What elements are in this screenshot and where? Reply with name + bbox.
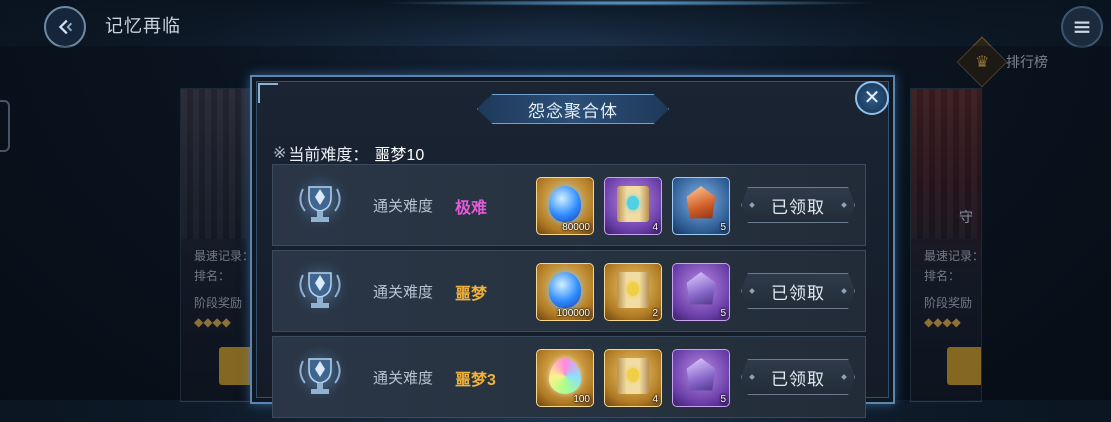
reward-item[interactable]: 4: [604, 177, 662, 235]
claimed-label: 已领取: [771, 369, 825, 389]
clear-difficulty-label: 通关难度: [373, 370, 434, 387]
reward-row: 通关难度 极难 80000 4 5 已领取: [272, 164, 866, 246]
item-count: 100000: [556, 308, 590, 319]
item-count: 80000: [562, 222, 590, 233]
difficulty-level: 极难: [455, 200, 488, 217]
reward-item[interactable]: 100: [536, 349, 594, 407]
claimed-button[interactable]: 已领取: [741, 187, 855, 223]
difficulty-level: 噩梦3: [455, 372, 496, 389]
clear-difficulty-label: 通关难度: [373, 284, 434, 301]
blue-essence-icon: [549, 186, 581, 222]
close-icon: ✕: [863, 87, 881, 109]
reward-row: 通关难度 噩梦3 100 4 5 已领取: [272, 336, 866, 418]
trophy-icon: [290, 174, 350, 234]
rainbow-drop-icon: [549, 358, 581, 394]
difficulty-level: 噩梦: [455, 286, 488, 303]
current-difficulty: ※ 当前难度： 噩梦10: [273, 141, 424, 165]
trophy-icon: [290, 260, 350, 320]
reward-item[interactable]: 100000: [536, 263, 594, 321]
skill-scroll-icon: [617, 186, 649, 222]
reward-items: 100 4 5: [536, 349, 730, 407]
reward-items: 100000 2 5: [536, 263, 730, 321]
note-mark: ※: [273, 145, 287, 162]
blue-essence-icon: [549, 272, 581, 308]
frame-corner: [258, 83, 278, 103]
top-glow: [380, 0, 880, 6]
orange-crystal-icon: [686, 186, 716, 219]
page-title: 记忆再临: [105, 16, 181, 36]
reward-item[interactable]: 4: [604, 349, 662, 407]
reward-row: 通关难度 噩梦 100000 2 5 已领取: [272, 250, 866, 332]
close-button[interactable]: ✕: [855, 81, 889, 115]
clear-difficulty-label: 通关难度: [373, 198, 434, 215]
claimed-button[interactable]: 已领取: [741, 359, 855, 395]
reward-item[interactable]: 80000: [536, 177, 594, 235]
dialog-title-plate: 怨念聚合体: [477, 94, 669, 124]
item-count: 5: [720, 308, 726, 319]
item-count: 2: [652, 308, 658, 319]
reward-items: 80000 4 5: [536, 177, 730, 235]
reward-item[interactable]: 5: [672, 263, 730, 321]
current-difficulty-value: 噩梦10: [374, 147, 425, 164]
reward-item[interactable]: 5: [672, 349, 730, 407]
hamburger-icon: [1074, 21, 1090, 33]
reward-list: 通关难度 极难 80000 4 5 已领取 通关难度 噩梦 100000 2 5 已领取: [272, 164, 866, 422]
gold-scroll-icon: [617, 272, 649, 308]
violet-crystal-icon: [686, 272, 716, 305]
claimed-button[interactable]: 已领取: [741, 273, 855, 309]
reward-item[interactable]: 5: [672, 177, 730, 235]
dialog-title: 怨念聚合体: [528, 101, 618, 121]
current-difficulty-label: 当前难度：: [288, 147, 369, 164]
item-count: 5: [720, 222, 726, 233]
claimed-label: 已领取: [771, 283, 825, 303]
reward-item[interactable]: 2: [604, 263, 662, 321]
menu-button[interactable]: [1061, 6, 1103, 48]
claimed-label: 已领取: [771, 197, 825, 217]
item-count: 4: [652, 222, 658, 233]
trophy-icon: [290, 346, 350, 406]
back-arrow-icon: [58, 19, 73, 35]
reward-dialog: 怨念聚合体 ✕ ※ 当前难度： 噩梦10 通关难度 极难 80000 4 5 已领取: [250, 75, 895, 418]
gold-scroll-icon: [617, 358, 649, 394]
back-button[interactable]: [44, 6, 86, 48]
violet-crystal-icon: [686, 358, 716, 391]
